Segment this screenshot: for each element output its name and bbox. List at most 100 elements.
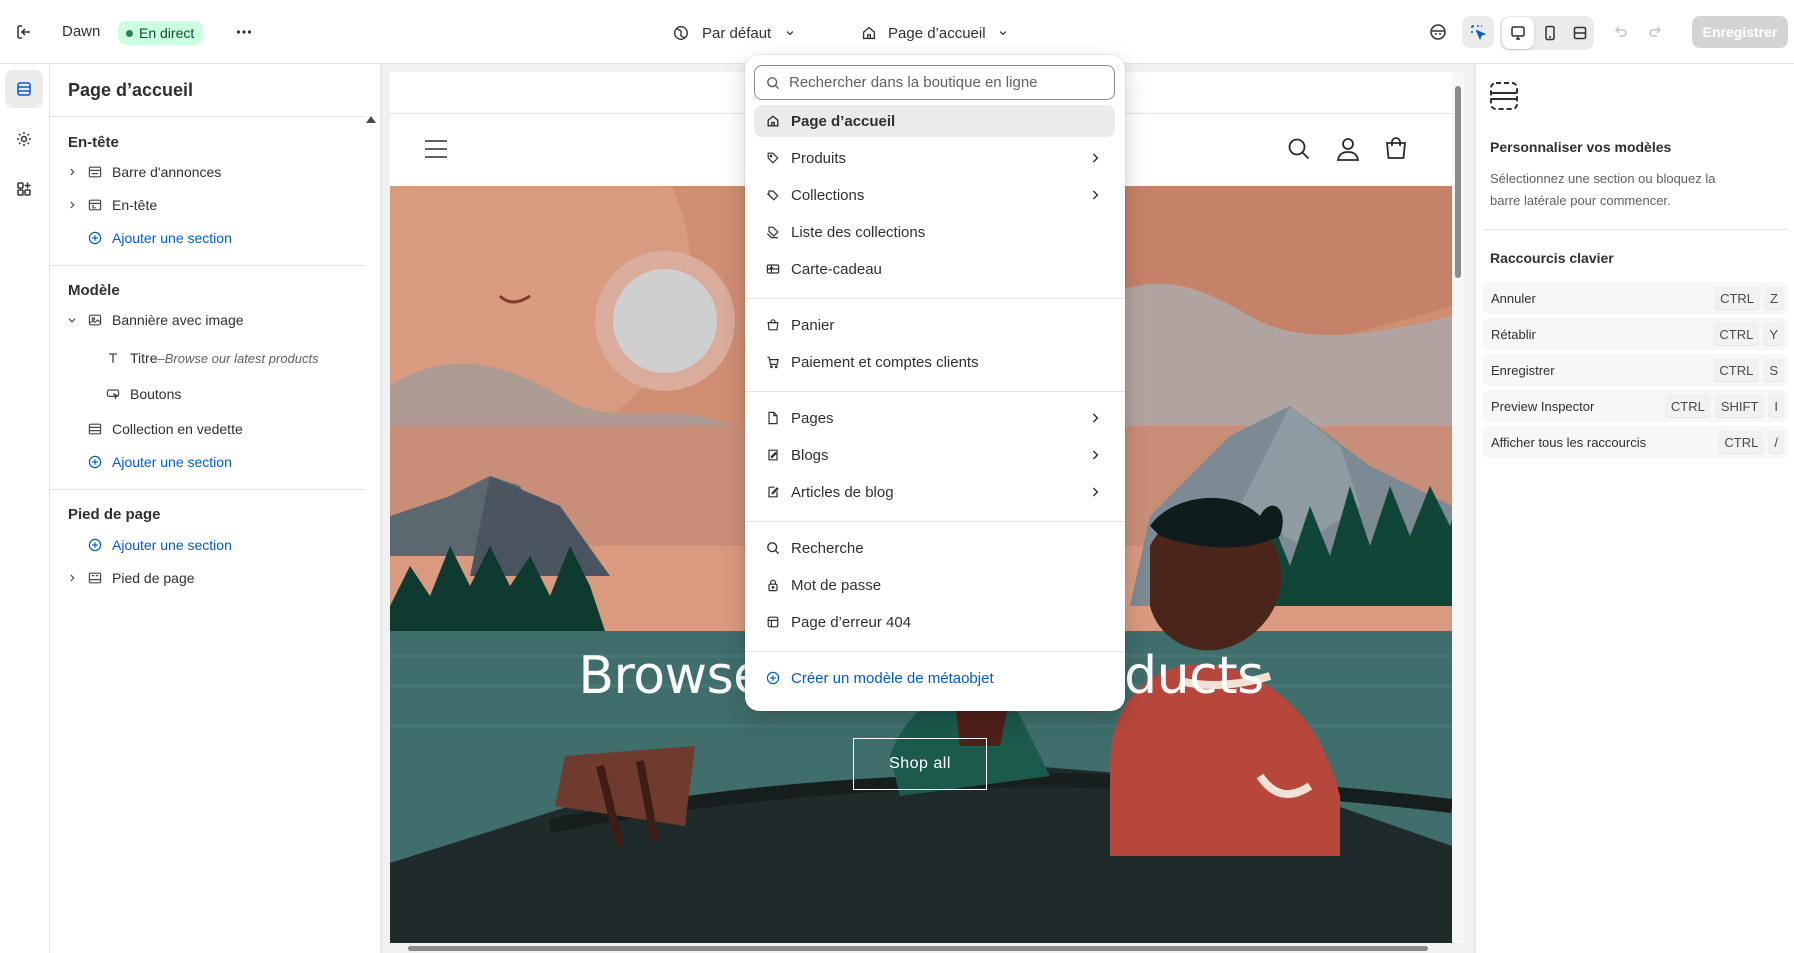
scrollbar-thumb[interactable] — [1455, 86, 1461, 278]
apps-button[interactable] — [5, 170, 43, 208]
scroll-up-arrow-icon[interactable] — [366, 116, 376, 123]
section-layout-icon — [1490, 82, 1518, 110]
section-label: Bannière avec image — [112, 312, 244, 328]
template-search-input[interactable] — [789, 74, 1109, 91]
chevron-right-icon[interactable] — [64, 164, 80, 180]
page-selector-label: Page d’accueil — [888, 24, 986, 42]
section-featured-collection[interactable]: Collection en vedette — [64, 415, 243, 443]
create-metaobject-template-button[interactable]: Créer un modèle de métaobjet — [754, 662, 1115, 694]
template-option-gift-card[interactable]: Carte-cadeau — [754, 253, 1115, 285]
key: I — [1768, 394, 1784, 418]
shortcut-row[interactable]: Afficher tous les raccourcis CTRL / — [1483, 426, 1788, 458]
preview-horizontal-scrollbar[interactable] — [390, 943, 1452, 953]
template-option-products[interactable]: Produits — [754, 142, 1115, 174]
section-image-banner[interactable]: Bannière avec image — [64, 306, 244, 334]
template-option-blog-posts[interactable]: Articles de blog — [754, 476, 1115, 508]
undo-icon — [1614, 26, 1627, 37]
more-actions-button[interactable] — [228, 16, 260, 48]
ellipsis-icon — [236, 30, 252, 34]
tag-icon — [764, 149, 782, 167]
section-label: Barre d'annonces — [112, 164, 222, 180]
desktop-view-button[interactable] — [1502, 17, 1534, 49]
block-title[interactable]: Titre – Browse our latest products — [104, 344, 319, 372]
template-picker-dropdown: Page d’accueil Produits Collections List… — [745, 55, 1125, 711]
template-search-field[interactable] — [754, 65, 1115, 100]
exit-icon[interactable] — [8, 16, 40, 48]
template-option-collection-list[interactable]: Liste des collections — [754, 216, 1115, 248]
shortcut-row: Enregistrer CTRL S — [1483, 354, 1788, 386]
gift-card-icon — [764, 260, 782, 278]
shortcut-label: Preview Inspector — [1491, 398, 1595, 414]
section-label: En-tête — [112, 197, 158, 213]
add-section-template-button[interactable]: Ajouter une section — [64, 448, 232, 476]
scrollbar-thumb[interactable] — [408, 946, 1428, 951]
divider — [745, 521, 1125, 522]
option-label: Carte-cadeau — [791, 260, 882, 278]
option-label: Pages — [791, 409, 834, 427]
add-section-label: Ajouter une section — [112, 454, 232, 470]
section-header[interactable]: En-tête — [64, 191, 157, 219]
fullwidth-view-button[interactable] — [1564, 17, 1596, 49]
template-option-404[interactable]: Page d’erreur 404 — [754, 606, 1115, 638]
add-section-footer-button[interactable]: Ajouter une section — [64, 531, 232, 559]
theme-settings-button[interactable] — [5, 120, 43, 158]
divider — [1484, 229, 1787, 230]
sections-tab-button[interactable] — [5, 70, 43, 108]
error-page-icon — [764, 613, 782, 631]
key: CTRL — [1713, 358, 1760, 382]
option-label: Paiement et comptes clients — [791, 353, 979, 371]
chevron-right-icon[interactable] — [64, 570, 80, 586]
ai-assistant-button[interactable] — [1422, 16, 1454, 48]
section-label: Pied de page — [112, 570, 195, 586]
cart-icon — [764, 353, 782, 371]
live-badge-label: En direct — [139, 25, 195, 41]
gear-icon — [17, 132, 31, 146]
shortcut-row: Preview Inspector CTRL SHIFT I — [1483, 390, 1788, 422]
key: CTRL — [1714, 286, 1761, 310]
option-label: Articles de blog — [791, 483, 894, 501]
inspector-toggle-button[interactable] — [1462, 16, 1494, 48]
chevron-right-icon[interactable] — [64, 197, 80, 213]
block-separator: – — [157, 350, 165, 366]
option-label: Recherche — [791, 539, 864, 557]
block-label: Titre — [130, 350, 158, 366]
block-buttons[interactable]: Boutons — [104, 380, 181, 408]
view-selector[interactable]: Par défaut — [672, 21, 797, 45]
template-option-blogs[interactable]: Blogs — [754, 439, 1115, 471]
add-section-header-button[interactable]: Ajouter une section — [64, 224, 232, 252]
template-option-home[interactable]: Page d’accueil — [754, 105, 1115, 137]
template-option-password[interactable]: Mot de passe — [754, 569, 1115, 601]
bag-icon — [764, 316, 782, 334]
page-selector[interactable]: Page d’accueil — [860, 21, 1010, 45]
divider — [50, 489, 365, 490]
shortcut-label: Annuler — [1491, 290, 1536, 306]
save-button[interactable]: Enregistrer — [1692, 16, 1788, 48]
template-option-pages[interactable]: Pages — [754, 402, 1115, 434]
settings-panel: Personnaliser vos modèles Sélectionnez u… — [1475, 64, 1794, 953]
shortcut-label: Rétablir — [1491, 326, 1536, 342]
add-section-label: Ajouter une section — [112, 230, 232, 246]
preview-vertical-scrollbar[interactable] — [1452, 72, 1464, 943]
option-label: Blogs — [791, 446, 829, 464]
template-option-collections[interactable]: Collections — [754, 179, 1115, 211]
option-label: Collections — [791, 186, 865, 204]
redo-button[interactable] — [1640, 16, 1672, 48]
template-option-checkout[interactable]: Paiement et comptes clients — [754, 346, 1115, 378]
divider — [745, 651, 1125, 652]
undo-button[interactable] — [1604, 16, 1636, 48]
shortcut-row: Rétablir CTRL Y — [1483, 318, 1788, 350]
option-label: Liste des collections — [791, 223, 926, 241]
chevron-right-icon — [1092, 487, 1099, 497]
chevron-down-icon[interactable] — [64, 312, 80, 328]
shortcuts-title: Raccourcis clavier — [1490, 250, 1614, 266]
section-announcement-bar[interactable]: Barre d'annonces — [64, 158, 221, 186]
mobile-view-button[interactable] — [1534, 17, 1566, 49]
template-option-search[interactable]: Recherche — [754, 532, 1115, 564]
search-icon — [1288, 138, 1310, 160]
key: S — [1763, 358, 1784, 382]
template-option-cart[interactable]: Panier — [754, 309, 1115, 341]
shop-all-button[interactable]: Shop all — [853, 738, 987, 790]
blog-icon — [764, 446, 782, 464]
section-footer[interactable]: Pied de page — [64, 564, 195, 592]
sections-sidebar: Page d’accueil En-tête Barre d'annonces … — [50, 64, 381, 953]
